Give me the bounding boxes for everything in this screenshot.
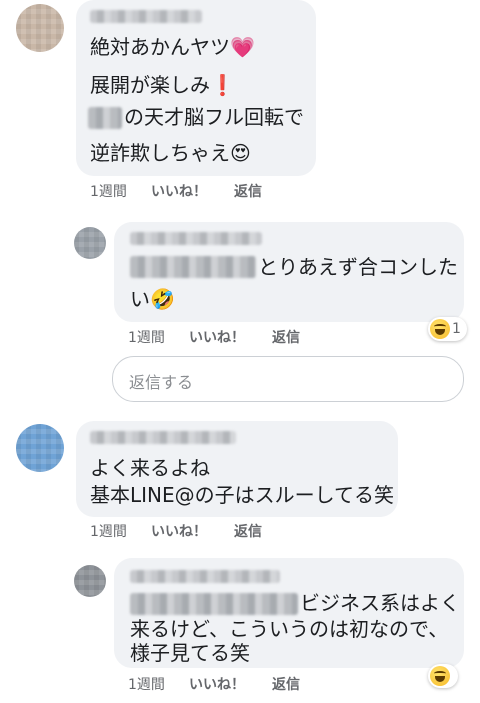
avatar[interactable] <box>16 424 64 472</box>
comment-text: 逆詐欺しちゃえ😍 <box>90 141 251 165</box>
like-button[interactable]: いいね！ <box>151 521 207 541</box>
reply-button[interactable]: 返信 <box>272 327 300 347</box>
comment-meta: 1週間 いいね！ 返信 <box>90 521 290 541</box>
timestamp: 1週間 <box>90 524 127 540</box>
avatar[interactable] <box>74 565 106 597</box>
commenter-name[interactable] <box>90 431 236 444</box>
reaction-count: 1 <box>452 321 461 337</box>
comment-bubble: ビジネス系はよく 来るけど、こういうのは初なので、 様子見てる笑 <box>114 558 464 668</box>
comment-meta: 1週間 いいね！ 返信 <box>90 181 290 201</box>
comment-text: い🤣 <box>130 287 175 311</box>
comment-text: 絶対あかんヤツ💗 <box>90 35 255 59</box>
commenter-name[interactable] <box>130 570 280 583</box>
comment-text: 展開が楽しみ❗ <box>90 73 235 97</box>
reply-button[interactable]: 返信 <box>272 674 300 694</box>
avatar[interactable] <box>74 227 106 259</box>
timestamp: 1週間 <box>90 184 127 200</box>
comment-text: 様子見てる笑 <box>130 641 250 665</box>
comment-text: とりあえず合コンした <box>258 255 458 279</box>
avatar[interactable] <box>16 4 64 52</box>
reaction-badge[interactable] <box>428 664 458 688</box>
timestamp: 1週間 <box>128 330 165 346</box>
comment-bubble: よく来るよね 基本LINE@の子はスルーしてる笑 <box>76 421 398 517</box>
commenter-name[interactable] <box>90 10 202 23</box>
reply-button[interactable]: 返信 <box>234 181 262 201</box>
reply-button[interactable]: 返信 <box>234 521 262 541</box>
haha-reaction-icon <box>430 319 450 339</box>
comment-meta: 1週間 いいね！ 返信 <box>128 327 328 347</box>
like-button[interactable]: いいね！ <box>151 181 207 201</box>
like-button[interactable]: いいね！ <box>189 674 245 694</box>
comment-text: 基本LINE@の子はスルーしてる笑 <box>90 483 395 507</box>
comment-meta: 1週間 いいね！ 返信 <box>128 674 328 694</box>
redacted-text <box>130 256 256 278</box>
haha-reaction-icon <box>430 666 450 686</box>
like-button[interactable]: いいね！ <box>189 327 245 347</box>
reaction-badge[interactable]: 1 <box>428 317 467 341</box>
reply-placeholder: 返信する <box>129 373 194 392</box>
timestamp: 1週間 <box>128 677 165 693</box>
redacted-text <box>88 107 122 129</box>
reply-input[interactable]: 返信する <box>112 356 464 402</box>
redacted-text <box>130 593 298 615</box>
comment-bubble: とりあえず合コンした い🤣 <box>114 222 464 322</box>
comment-text: の天才脳フル回転で <box>124 105 304 129</box>
commenter-name[interactable] <box>130 232 262 245</box>
comment-bubble: 絶対あかんヤツ💗 展開が楽しみ❗ の天才脳フル回転で 逆詐欺しちゃえ😍 <box>76 0 316 176</box>
